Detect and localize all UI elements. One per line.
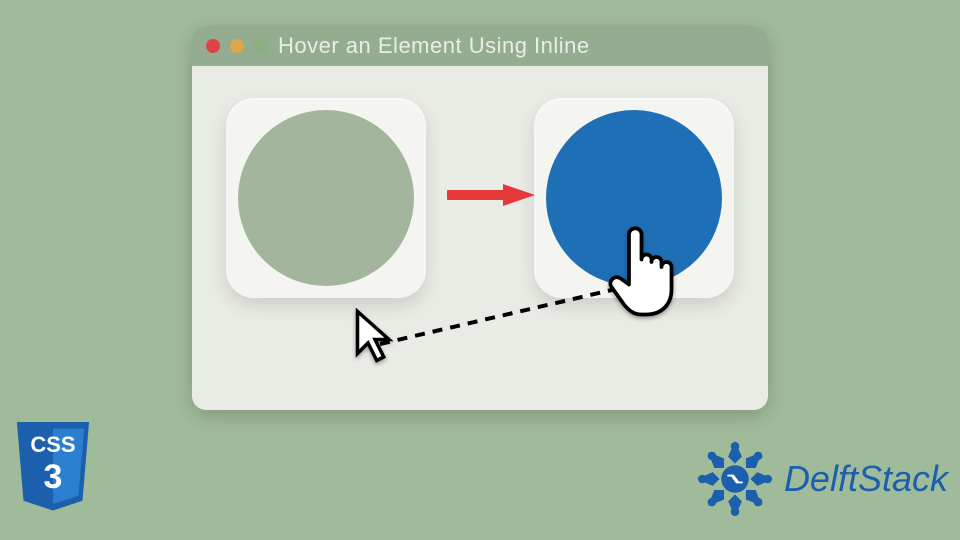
transition-arrow-icon [447, 184, 535, 206]
delftstack-logo-icon [692, 436, 778, 522]
minimize-icon[interactable] [230, 39, 244, 53]
window-titlebar: Hover an Element Using Inline [192, 26, 768, 66]
brand-name: DelftStack [784, 458, 948, 500]
css-version: 3 [44, 458, 63, 496]
css3-badge: CSS 3 [12, 422, 94, 522]
css-badge-label: CSS 3 [12, 432, 94, 497]
zoom-icon[interactable] [254, 39, 268, 53]
window-title: Hover an Element Using Inline [278, 33, 590, 59]
css-text: CSS [30, 432, 75, 457]
close-icon[interactable] [206, 39, 220, 53]
delftstack-brand: DelftStack [692, 436, 948, 522]
element-default-state [226, 98, 426, 298]
circle-default-icon [238, 110, 414, 286]
cursor-arrow-icon [354, 308, 396, 364]
cursor-pointer-icon [604, 222, 684, 322]
